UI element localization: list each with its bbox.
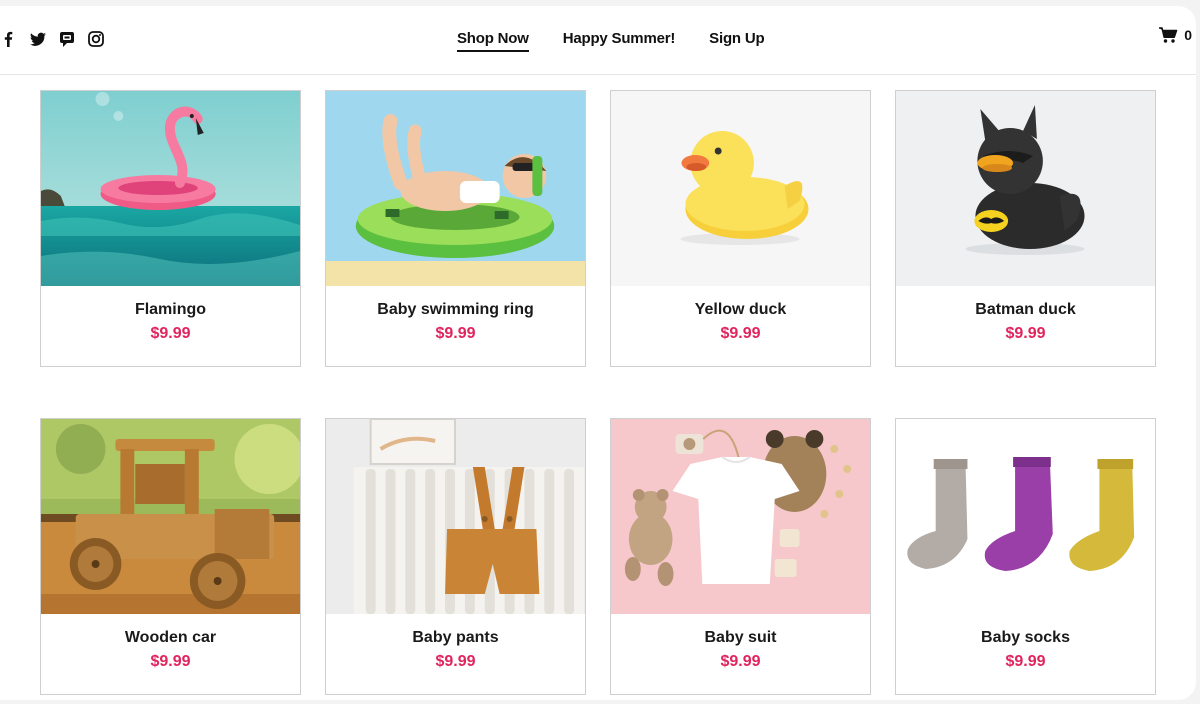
product-info: Baby suit $9.99 xyxy=(611,614,870,694)
instagram-icon[interactable] xyxy=(87,30,105,48)
product-name: Baby pants xyxy=(412,629,499,646)
product-card[interactable]: Batman duck $9.99 xyxy=(895,90,1156,367)
product-name: Batman duck xyxy=(975,301,1076,318)
flamingo-float-image[interactable] xyxy=(41,91,300,286)
nav-happy-summer[interactable]: Happy Summer! xyxy=(563,30,676,52)
product-info: Batman duck $9.99 xyxy=(896,286,1155,366)
baby-swim-ring-image[interactable] xyxy=(326,91,585,286)
product-price: $9.99 xyxy=(435,325,476,342)
product-price: $9.99 xyxy=(720,653,761,670)
product-card[interactable]: Wooden car $9.99 xyxy=(40,418,301,695)
twitter-icon[interactable] xyxy=(29,30,47,48)
product-info: Baby swimming ring $9.99 xyxy=(326,286,585,366)
product-price: $9.99 xyxy=(720,325,761,342)
product-name: Baby swimming ring xyxy=(377,301,534,318)
product-name: Baby suit xyxy=(704,629,777,646)
product-info: Flamingo $9.99 xyxy=(41,286,300,366)
product-name: Yellow duck xyxy=(694,301,787,318)
product-price: $9.99 xyxy=(1005,653,1046,670)
product-name: Baby socks xyxy=(981,629,1070,646)
yellow-duck-image[interactable] xyxy=(611,91,870,286)
nav-sign-up[interactable]: Sign Up xyxy=(709,30,764,52)
baby-suit-image[interactable] xyxy=(611,419,870,614)
facebook-icon[interactable] xyxy=(0,30,18,48)
baby-pants-image[interactable] xyxy=(326,419,585,614)
baby-socks-image[interactable] xyxy=(896,419,1155,614)
product-price: $9.99 xyxy=(150,325,191,342)
cart-button[interactable]: 0 xyxy=(1158,26,1192,44)
product-info: Baby socks $9.99 xyxy=(896,614,1155,694)
product-card[interactable]: Yellow duck $9.99 xyxy=(610,90,871,367)
product-card[interactable]: Baby swimming ring $9.99 xyxy=(325,90,586,367)
product-card[interactable]: Baby pants $9.99 xyxy=(325,418,586,695)
product-price: $9.99 xyxy=(1005,325,1046,342)
messenger-icon[interactable] xyxy=(58,30,76,48)
product-name: Wooden car xyxy=(124,629,217,646)
wooden-car-image[interactable] xyxy=(41,419,300,614)
nav-shop-now[interactable]: Shop Now xyxy=(457,30,529,52)
shop-page: Shop Now Happy Summer! Sign Up 0 Flaming… xyxy=(0,6,1196,700)
product-price: $9.99 xyxy=(435,653,476,670)
product-card[interactable]: Baby suit $9.99 xyxy=(610,418,871,695)
cart-count: 0 xyxy=(1184,27,1192,43)
product-price: $9.99 xyxy=(150,653,191,670)
batman-duck-image[interactable] xyxy=(896,91,1155,286)
social-links xyxy=(0,30,105,48)
product-info: Baby pants $9.99 xyxy=(326,614,585,694)
product-grid: Flamingo $9.99 Baby swimming ring $9.99 … xyxy=(40,90,1156,695)
product-info: Yellow duck $9.99 xyxy=(611,286,870,366)
site-header: Shop Now Happy Summer! Sign Up 0 xyxy=(0,6,1196,75)
product-card[interactable]: Baby socks $9.99 xyxy=(895,418,1156,695)
product-name: Flamingo xyxy=(134,301,207,318)
main-nav: Shop Now Happy Summer! Sign Up xyxy=(457,30,765,52)
product-card[interactable]: Flamingo $9.99 xyxy=(40,90,301,367)
product-info: Wooden car $9.99 xyxy=(41,614,300,694)
cart-icon xyxy=(1159,27,1178,43)
